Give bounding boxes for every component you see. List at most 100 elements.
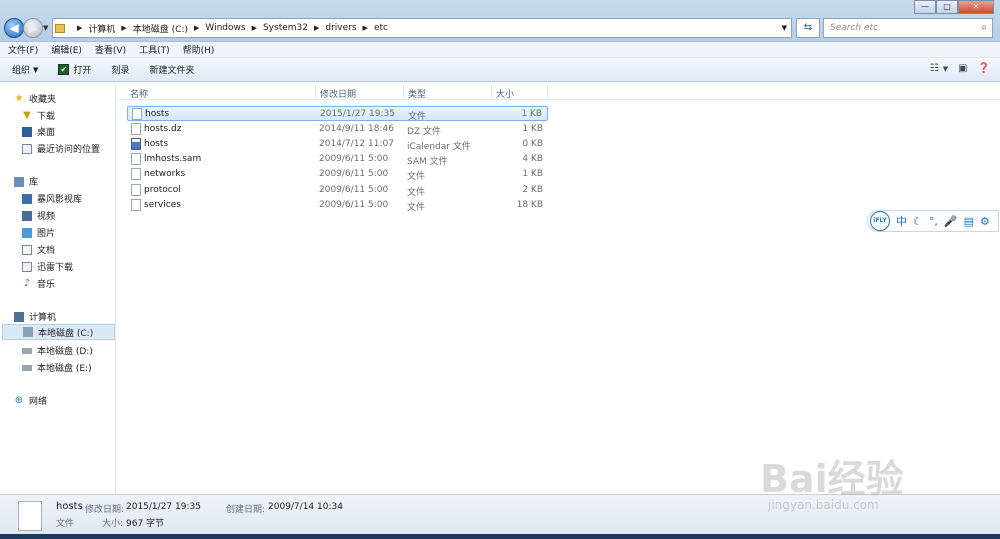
column-name[interactable]: 名称 [130, 87, 148, 100]
sidebar-item-drive-d[interactable]: 本地磁盘 (D:) [22, 344, 93, 357]
breadcrumb-windows[interactable]: Windows [205, 23, 245, 33]
maximize-button[interactable]: □ [936, 0, 958, 14]
menu-file[interactable]: 文件(F) [8, 43, 38, 56]
organize-button[interactable]: 组织 ▼ [12, 63, 39, 77]
details-file-name: hosts [56, 501, 83, 512]
documents-icon [22, 244, 32, 255]
sidebar-item-drive-c[interactable]: 本地磁盘 (C:) [2, 324, 115, 340]
column-divider[interactable] [547, 85, 548, 98]
column-date-modified[interactable]: 修改日期 [320, 87, 356, 100]
breadcrumb-etc[interactable]: etc [374, 23, 388, 33]
videos-icon [22, 210, 32, 221]
file-row[interactable]: protocol 2009/6/11 5:00 文件 2 KB [127, 183, 548, 198]
file-list: 名称 修改日期 类型 大小 hosts 2015/1/27 19:35 文件 1… [117, 83, 1000, 494]
sidebar-item-downloads[interactable]: ▼ 下载 [22, 109, 55, 122]
punctuation-icon[interactable]: °, [929, 215, 938, 228]
sidebar-item-network[interactable]: ⊕ 网络 [14, 394, 47, 407]
sidebar-item-libraries[interactable]: 库 [14, 175, 38, 188]
burn-button[interactable]: 刻录 [111, 63, 129, 76]
details-file-type: 文件 [56, 519, 75, 529]
sidebar-item-desktop[interactable]: 桌面 [22, 125, 55, 138]
column-divider[interactable] [315, 85, 316, 98]
sidebar-item-favorites[interactable]: ★ 收藏夹 [14, 92, 57, 105]
sidebar-label: 计算机 [29, 313, 57, 323]
column-size[interactable]: 大小 [496, 87, 514, 100]
sidebar-item-baofeng-library[interactable]: 暴风影视库 [22, 192, 82, 205]
column-divider[interactable] [491, 85, 492, 98]
gear-icon[interactable]: ⚙ [980, 215, 990, 228]
file-name: hosts [145, 109, 170, 119]
menu-help[interactable]: 帮助(H) [183, 43, 215, 56]
sidebar-label: 最近访问的位置 [37, 145, 101, 155]
ifly-logo[interactable]: iFLY [870, 211, 890, 231]
file-row[interactable]: hosts 2014/7/12 11:07 iCalendar 文件 0 KB [127, 137, 548, 152]
recent-places-icon [22, 143, 32, 154]
keyboard-icon[interactable]: ▤ [964, 215, 974, 228]
chevron-right-icon[interactable]: ▶ [77, 24, 82, 32]
help-icon[interactable]: ❓ [978, 63, 990, 74]
chevron-right-icon[interactable]: ▶ [252, 24, 257, 32]
address-bar[interactable]: ▶ 计算机 ▶ 本地磁盘 (C:) ▶ Windows ▶ System32 ▶… [52, 18, 792, 38]
file-row[interactable]: hosts 2015/1/27 19:35 文件 1 KB [127, 106, 548, 122]
chevron-right-icon[interactable]: ▶ [194, 24, 199, 32]
details-size-label: 大小: [102, 519, 124, 529]
arrow-left-icon: ◀ [9, 21, 19, 35]
sidebar-label: 音乐 [37, 280, 56, 290]
back-button[interactable]: ◀ [4, 18, 24, 38]
command-bar: 组织 ▼ ✔ 打开 刻录 新建文件夹 ☷ ▼ ▣ ❓ [0, 58, 1000, 82]
details-modified-label: 修改日期: [85, 505, 125, 515]
breadcrumb-drive-c[interactable]: 本地磁盘 (C:) [133, 22, 188, 35]
chevron-right-icon[interactable]: ▶ [314, 24, 319, 32]
file-row[interactable]: lmhosts.sam 2009/6/11 5:00 SAM 文件 4 KB [127, 152, 548, 167]
file-icon [131, 123, 141, 135]
refresh-button[interactable]: ⇆ [796, 18, 820, 38]
menu-edit[interactable]: 编辑(E) [51, 43, 82, 56]
sidebar-item-drive-e[interactable]: 本地磁盘 (E:) [22, 361, 92, 374]
address-dropdown-icon[interactable]: ▼ [782, 24, 787, 32]
close-button[interactable]: ✕ [958, 0, 994, 14]
menu-view[interactable]: 查看(V) [95, 43, 126, 56]
search-input[interactable]: Search etc ⌕ [823, 18, 993, 38]
downloads-folder-icon: ▼ [23, 109, 31, 121]
sidebar-item-music[interactable]: ♪ 音乐 [22, 277, 55, 290]
preview-pane-icon[interactable]: ▣ [958, 63, 967, 74]
chinese-mode-toggle[interactable]: 中 [896, 213, 907, 229]
details-created-label: 创建日期: [226, 505, 266, 515]
breadcrumb-drivers[interactable]: drivers [325, 23, 356, 33]
file-name: hosts [144, 139, 169, 149]
file-type: iCalendar 文件 [407, 142, 471, 152]
microphone-icon[interactable]: 🎤 [944, 215, 958, 228]
details-modified-value: 2015/1/27 19:35 [126, 502, 201, 512]
sidebar-item-computer[interactable]: 计算机 [14, 310, 56, 323]
drive-icon [23, 327, 33, 337]
open-button[interactable]: ✔ 打开 [58, 63, 91, 76]
file-name: services [144, 200, 181, 210]
recent-pages-dropdown[interactable]: ▼ [43, 24, 48, 32]
file-row[interactable]: hosts.dz 2014/9/11 18:46 DZ 文件 1 KB [127, 122, 548, 137]
chevron-down-icon[interactable]: ▼ [943, 65, 948, 73]
breadcrumb-computer[interactable]: 计算机 [88, 22, 115, 35]
sidebar-item-videos[interactable]: 视频 [22, 209, 55, 222]
search-icon[interactable]: ⌕ [981, 22, 987, 33]
forward-button[interactable]: ▶ [23, 18, 43, 38]
file-size: 1 KB [521, 109, 542, 119]
chevron-right-icon[interactable]: ▶ [121, 24, 126, 32]
moon-icon[interactable]: ☾ [913, 215, 923, 228]
file-row[interactable]: networks 2009/6/11 5:00 文件 1 KB [127, 167, 548, 182]
view-options-icon[interactable]: ☷ [930, 63, 939, 74]
minimize-button[interactable]: — [914, 0, 936, 14]
sidebar-item-xunlei-downloads[interactable]: 迅雷下载 [22, 260, 73, 273]
ime-toolbar: iFLY 中 ☾ °, 🎤 ▤ ⚙ [867, 210, 999, 232]
breadcrumb-system32[interactable]: System32 [263, 23, 308, 33]
new-folder-button[interactable]: 新建文件夹 [149, 63, 194, 76]
sidebar-label: 本地磁盘 (D:) [37, 347, 93, 357]
file-row[interactable]: services 2009/6/11 5:00 文件 18 KB [127, 198, 548, 213]
sidebar-item-documents[interactable]: 文档 [22, 243, 55, 256]
chevron-down-icon: ▼ [33, 65, 39, 74]
column-divider[interactable] [403, 85, 404, 98]
column-type[interactable]: 类型 [408, 87, 426, 100]
menu-tools[interactable]: 工具(T) [139, 43, 170, 56]
sidebar-item-recent-places[interactable]: 最近访问的位置 [22, 142, 100, 155]
sidebar-item-pictures[interactable]: 图片 [22, 226, 55, 239]
chevron-right-icon[interactable]: ▶ [363, 24, 368, 32]
